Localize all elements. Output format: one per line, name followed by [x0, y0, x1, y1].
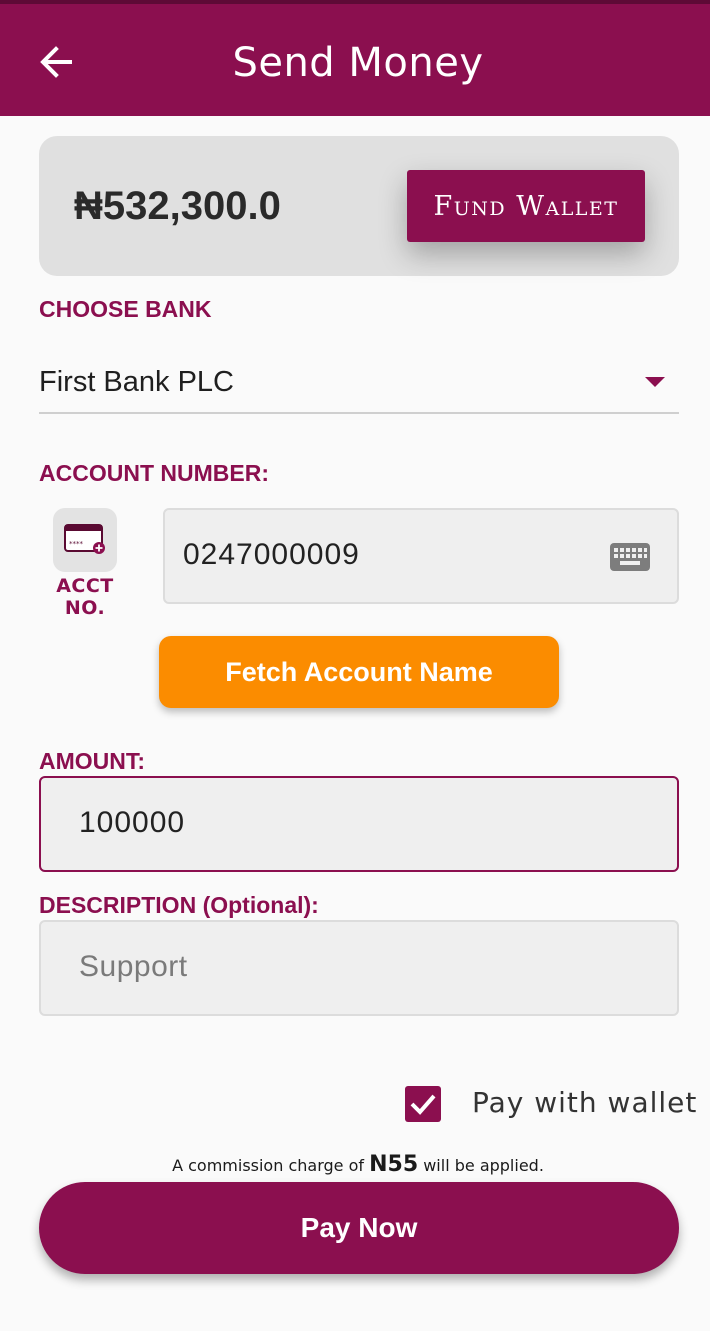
- keyboard-icon[interactable]: [609, 542, 651, 572]
- amount-label: AMOUNT:: [39, 748, 146, 774]
- pay-now-button[interactable]: Pay Now: [39, 1182, 679, 1274]
- card-add-icon: ****: [64, 524, 105, 554]
- commission-note: A commission charge of N55 will be appli…: [0, 1152, 710, 1177]
- page-title: Send Money: [232, 40, 484, 86]
- bank-dropdown[interactable]: First Bank PLC: [39, 352, 679, 414]
- description-label: DESCRIPTION (Optional):: [39, 892, 319, 918]
- account-card-button[interactable]: ****: [53, 508, 117, 572]
- commission-prefix: A commission charge of: [172, 1156, 364, 1175]
- account-number-value: 0247000009: [183, 538, 360, 571]
- checkmark-icon: [410, 1094, 436, 1115]
- wallet-card: ₦532,300.0 Fund Wallet: [39, 136, 679, 276]
- account-number-label: ACCOUNT NUMBER:: [39, 460, 269, 486]
- app-bar: Send Money: [0, 0, 710, 116]
- commission-suffix: will be applied.: [423, 1156, 544, 1175]
- acct-no-label: ACCT NO.: [56, 575, 114, 619]
- amount-value: 100000: [79, 806, 186, 839]
- description-placeholder: Support: [79, 950, 188, 983]
- fund-wallet-button[interactable]: Fund Wallet: [407, 170, 645, 242]
- amount-field[interactable]: 100000: [39, 776, 679, 872]
- wallet-balance: ₦532,300.0: [74, 184, 281, 228]
- pay-with-wallet-label: Pay with wallet: [472, 1086, 698, 1119]
- account-number-field[interactable]: 0247000009: [163, 508, 679, 604]
- description-field[interactable]: Support: [39, 920, 679, 1016]
- commission-amount: N55: [369, 1152, 419, 1177]
- pay-with-wallet-checkbox[interactable]: [405, 1086, 441, 1122]
- dropdown-caret-icon: [645, 377, 665, 387]
- fetch-account-name-button[interactable]: Fetch Account Name: [159, 636, 559, 708]
- bank-selected-value: First Bank PLC: [39, 366, 234, 398]
- choose-bank-label: CHOOSE BANK: [39, 296, 212, 322]
- svg-text:****: ****: [69, 540, 84, 548]
